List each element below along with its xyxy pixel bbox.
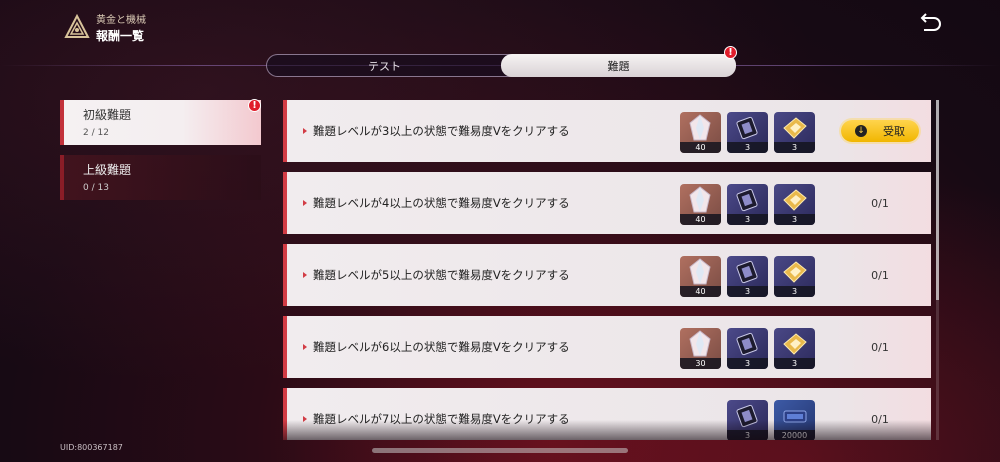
- event-logo-icon: [64, 14, 90, 38]
- title-block: 黄金と機械 報酬一覧: [96, 11, 146, 44]
- ticket-icon[interactable]: 3: [774, 184, 815, 225]
- crystal-icon[interactable]: 40: [680, 256, 721, 297]
- chip-icon[interactable]: 3: [727, 328, 768, 369]
- ticket-icon[interactable]: 3: [774, 328, 815, 369]
- header: 黄金と機械 報酬一覧: [64, 10, 146, 44]
- ticket-icon[interactable]: 3: [774, 112, 815, 153]
- item-quantity: 3: [774, 142, 815, 153]
- claim-button-label: 受取: [883, 125, 905, 138]
- sidebar-item-count: 0 / 13: [83, 183, 109, 193]
- crystal-icon[interactable]: 40: [680, 184, 721, 225]
- reward-condition-text: 難題レベルが6以上の状態で難易度Vをクリアする: [303, 316, 570, 378]
- item-quantity: 30: [680, 358, 721, 369]
- uid-label: UID:800367187: [60, 443, 123, 452]
- reward-condition-text: 難題レベルが4以上の状態で難易度Vをクリアする: [303, 172, 570, 234]
- claim-button[interactable]: ↓ 受取: [841, 120, 919, 142]
- item-quantity: 3: [727, 358, 768, 369]
- reward-row: 難題レベルが3以上の状態で難易度Vをクリアする 40 3 3 ↓ 受取: [283, 100, 931, 162]
- tab-bar: テスト 難題: [266, 54, 736, 77]
- progress-text: 0/1: [871, 196, 889, 210]
- item-quantity: 40: [680, 214, 721, 225]
- sidebar-item-label: 上級難題: [83, 163, 132, 177]
- item-quantity: 3: [774, 214, 815, 225]
- progress-text: 0/1: [871, 340, 889, 354]
- progress-text: 0/1: [871, 268, 889, 282]
- item-quantity: 40: [680, 286, 721, 297]
- home-indicator: [372, 448, 628, 453]
- tab-test[interactable]: テスト: [267, 55, 502, 76]
- sidebar-item-advanced[interactable]: 上級難題 0 / 13: [60, 155, 261, 200]
- reward-row: 難題レベルが6以上の状態で難易度Vをクリアする 30 3 3 0/1: [283, 316, 931, 378]
- scrollbar-thumb[interactable]: [936, 100, 939, 300]
- tab-alert-badge: !: [724, 46, 737, 59]
- sidebar-alert-badge: !: [248, 99, 261, 112]
- item-quantity: 3: [727, 286, 768, 297]
- back-icon[interactable]: [916, 12, 942, 36]
- sidebar-item-count: 2 / 12: [83, 128, 109, 138]
- chip-icon[interactable]: 3: [727, 184, 768, 225]
- ticket-icon[interactable]: 3: [774, 256, 815, 297]
- reward-row: 難題レベルが4以上の状態で難易度Vをクリアする 40 3 3 0/1: [283, 172, 931, 234]
- chip-icon[interactable]: 3: [727, 256, 768, 297]
- page-title: 報酬一覧: [96, 28, 145, 43]
- crystal-icon[interactable]: 40: [680, 112, 721, 153]
- reward-row: 難題レベルが5以上の状態で難易度Vをクリアする 40 3 3 0/1: [283, 244, 931, 306]
- item-quantity: 3: [774, 358, 815, 369]
- download-arrow-icon: ↓: [855, 125, 867, 137]
- reward-condition-text: 難題レベルが3以上の状態で難易度Vをクリアする: [303, 100, 570, 162]
- crystal-icon[interactable]: 30: [680, 328, 721, 369]
- item-quantity: 3: [774, 286, 815, 297]
- item-quantity: 40: [680, 142, 721, 153]
- reward-condition-text: 難題レベルが5以上の状態で難易度Vをクリアする: [303, 244, 570, 306]
- sidebar-item-beginner[interactable]: 初級難題 2 / 12: [60, 100, 261, 145]
- item-quantity: 3: [727, 214, 768, 225]
- chip-icon[interactable]: 3: [727, 112, 768, 153]
- event-subtitle: 黄金と機械: [96, 14, 146, 26]
- sidebar-item-label: 初級難題: [83, 108, 132, 122]
- item-quantity: 3: [727, 142, 768, 153]
- reward-list[interactable]: 難題レベルが3以上の状態で難易度Vをクリアする 40 3 3 ↓ 受取 難題レベルが4以上の…: [283, 100, 931, 440]
- tab-challenge[interactable]: 難題: [501, 54, 736, 77]
- list-fade: [283, 420, 931, 440]
